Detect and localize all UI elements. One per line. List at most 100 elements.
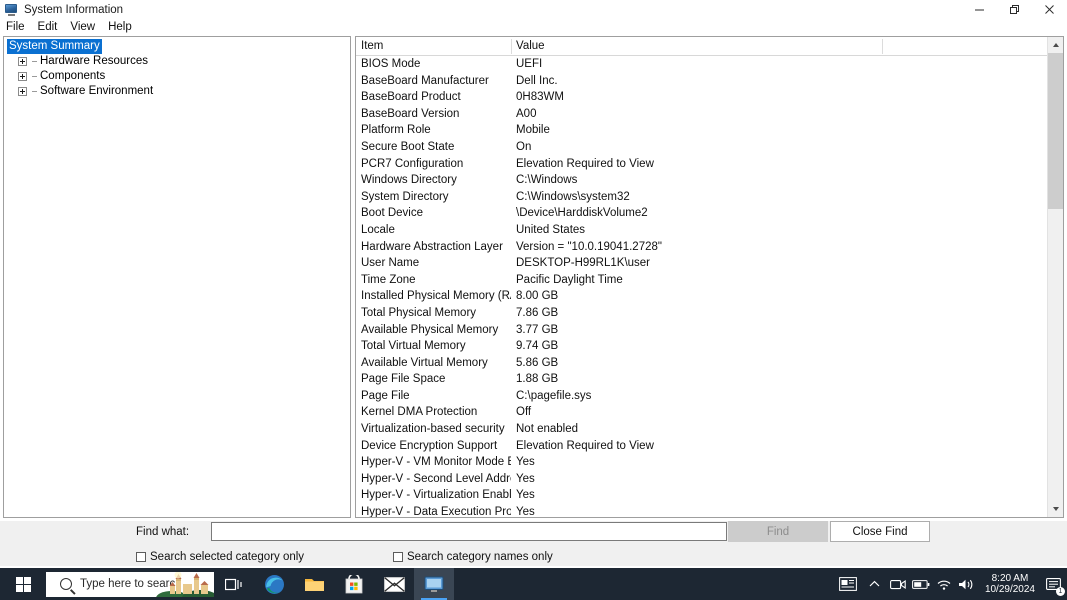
table-row[interactable]: Virtualization-based security Not enabled xyxy=(356,421,1063,438)
table-row[interactable]: PCR7 Configuration Elevation Required to … xyxy=(356,156,1063,173)
expand-plus-icon[interactable] xyxy=(18,72,27,81)
file-explorer-icon[interactable] xyxy=(294,568,334,600)
table-row[interactable]: BIOS Mode UEFI xyxy=(356,56,1063,73)
table-row[interactable]: Kernel DMA Protection Off xyxy=(356,404,1063,421)
tree-item-software-environment[interactable]: Software Environment xyxy=(18,84,350,99)
close-find-button[interactable]: Close Find xyxy=(830,521,930,542)
tree-item-system-summary[interactable]: System Summary xyxy=(7,39,350,54)
table-row[interactable]: Platform Role Mobile xyxy=(356,122,1063,139)
find-input[interactable] xyxy=(211,522,727,541)
row-value: Version = "10.0.19041.2728" xyxy=(516,240,662,253)
table-row[interactable]: Secure Boot State On xyxy=(356,139,1063,156)
row-value: 5.86 GB xyxy=(516,356,559,369)
table-row[interactable]: Available Physical Memory 3.77 GB xyxy=(356,322,1063,339)
table-row[interactable]: BaseBoard Version A00 xyxy=(356,106,1063,123)
list-rows: BIOS Mode UEFI BaseBoard Manufacturer Dell … xyxy=(356,56,1063,518)
minimize-icon[interactable] xyxy=(962,0,997,19)
table-row[interactable]: Device Encryption Support Elevation Requi… xyxy=(356,438,1063,455)
table-row[interactable]: Hyper-V - VM Monitor Mode E... Yes xyxy=(356,454,1063,471)
volume-icon[interactable] xyxy=(955,568,979,600)
restore-icon[interactable] xyxy=(997,0,1032,19)
menu-view[interactable]: View xyxy=(70,21,104,33)
row-item: Boot Device xyxy=(361,207,424,220)
table-row[interactable]: Hyper-V - Second Level Addres... Yes xyxy=(356,471,1063,488)
taskbar-clock[interactable]: 8:20 AM 10/29/2024 xyxy=(979,573,1041,595)
row-value: Yes xyxy=(516,506,535,518)
window-title: System Information xyxy=(24,3,124,16)
expand-plus-icon[interactable] xyxy=(18,57,27,66)
battery-icon[interactable] xyxy=(909,568,933,600)
search-category-names-checkbox[interactable]: Search category names only xyxy=(393,551,553,563)
mail-icon[interactable] xyxy=(374,568,414,600)
table-row[interactable]: User Name DESKTOP-H99RL1K\user xyxy=(356,255,1063,272)
column-header-item[interactable]: Item xyxy=(356,37,511,55)
search-selected-category-checkbox[interactable]: Search selected category only xyxy=(136,551,304,563)
scrollbar-thumb[interactable] xyxy=(1048,53,1063,209)
tree-item-label: Components xyxy=(40,70,106,82)
news-and-interests-icon[interactable] xyxy=(833,568,863,600)
tree-item-hardware-resources[interactable]: Hardware Resources xyxy=(18,54,350,69)
table-row[interactable]: Hardware Abstraction Layer Version = "10.… xyxy=(356,239,1063,256)
row-item: BIOS Mode xyxy=(361,58,421,70)
tree-item-components[interactable]: Components xyxy=(18,69,350,84)
table-row[interactable]: Locale United States xyxy=(356,222,1063,239)
column-divider[interactable] xyxy=(882,39,883,54)
taskbar-search-box[interactable]: Type here to search xyxy=(46,571,214,597)
table-row[interactable]: Hyper-V - Virtualization Enable... Yes xyxy=(356,487,1063,504)
column-header-value[interactable]: Value xyxy=(511,37,882,55)
expand-plus-icon[interactable] xyxy=(18,87,27,96)
row-item: Available Virtual Memory xyxy=(361,356,488,369)
find-button[interactable]: Find xyxy=(728,521,828,542)
close-icon[interactable] xyxy=(1032,0,1067,19)
system-information-taskbar-icon[interactable] xyxy=(414,568,454,600)
table-row[interactable]: Page File C:\pagefile.sys xyxy=(356,388,1063,405)
list-scrollbar[interactable] xyxy=(1047,37,1063,517)
search-illustration xyxy=(156,571,214,597)
network-icon[interactable] xyxy=(933,568,955,600)
menu-help[interactable]: Help xyxy=(108,21,141,33)
table-row[interactable]: BaseBoard Product 0H83WM xyxy=(356,89,1063,106)
row-value: 1.88 GB xyxy=(516,373,559,386)
scroll-down-icon[interactable] xyxy=(1048,501,1063,517)
tree-children: Hardware Resources Components Software E… xyxy=(18,54,350,99)
row-item: PCR7 Configuration xyxy=(361,157,464,170)
find-bar: Find what: Find Close Find Search select… xyxy=(0,521,1067,566)
table-row[interactable]: System Directory C:\Windows\system32 xyxy=(356,189,1063,206)
menu-file[interactable]: File xyxy=(6,21,34,33)
menu-edit[interactable]: Edit xyxy=(38,21,67,33)
table-row[interactable]: Installed Physical Memory (RAM) 8.00 GB xyxy=(356,288,1063,305)
scroll-up-icon[interactable] xyxy=(1048,37,1063,53)
start-button[interactable] xyxy=(0,568,46,600)
row-value: C:\Windows\system32 xyxy=(516,190,630,203)
row-value: 8.00 GB xyxy=(516,290,559,303)
row-item: Hyper-V - Second Level Addres... xyxy=(361,472,511,485)
table-row[interactable]: Boot Device \Device\HarddiskVolume2 xyxy=(356,205,1063,222)
row-item: BaseBoard Product xyxy=(361,91,461,104)
table-row[interactable]: Total Virtual Memory 9.74 GB xyxy=(356,338,1063,355)
tree-item-label: Hardware Resources xyxy=(40,55,149,67)
row-value: Pacific Daylight Time xyxy=(516,273,623,286)
show-hidden-icons-chevron[interactable] xyxy=(863,568,887,600)
row-value: A00 xyxy=(516,107,537,120)
details-list: Item Value BIOS Mode UEFI BaseBoard Manufa… xyxy=(355,36,1064,518)
table-row[interactable]: Hyper-V - Data Execution Prote... Yes xyxy=(356,504,1063,518)
table-row[interactable]: Total Physical Memory 7.86 GB xyxy=(356,305,1063,322)
row-value: Yes xyxy=(516,472,535,485)
clock-date: 10/29/2024 xyxy=(984,584,1035,595)
microsoft-edge-icon[interactable] xyxy=(254,568,294,600)
table-row[interactable]: BaseBoard Manufacturer Dell Inc. xyxy=(356,73,1063,90)
system-tray: 8:20 AM 10/29/2024 1 xyxy=(833,568,1067,600)
row-value: 9.74 GB xyxy=(516,340,559,353)
table-row[interactable]: Windows Directory C:\Windows xyxy=(356,172,1063,189)
table-row[interactable]: Available Virtual Memory 5.86 GB xyxy=(356,355,1063,372)
row-value: Off xyxy=(516,406,532,419)
scrollbar-track[interactable] xyxy=(1048,209,1063,501)
microsoft-store-icon[interactable] xyxy=(334,568,374,600)
notification-center-icon[interactable]: 1 xyxy=(1041,568,1067,600)
task-view-icon[interactable] xyxy=(214,568,254,600)
table-row[interactable]: Time Zone Pacific Daylight Time xyxy=(356,272,1063,289)
meet-now-icon[interactable] xyxy=(887,568,909,600)
table-row[interactable]: Page File Space 1.88 GB xyxy=(356,371,1063,388)
category-tree[interactable]: System Summary Hardware Resources Compon… xyxy=(3,36,351,518)
row-value: Mobile xyxy=(516,124,550,137)
